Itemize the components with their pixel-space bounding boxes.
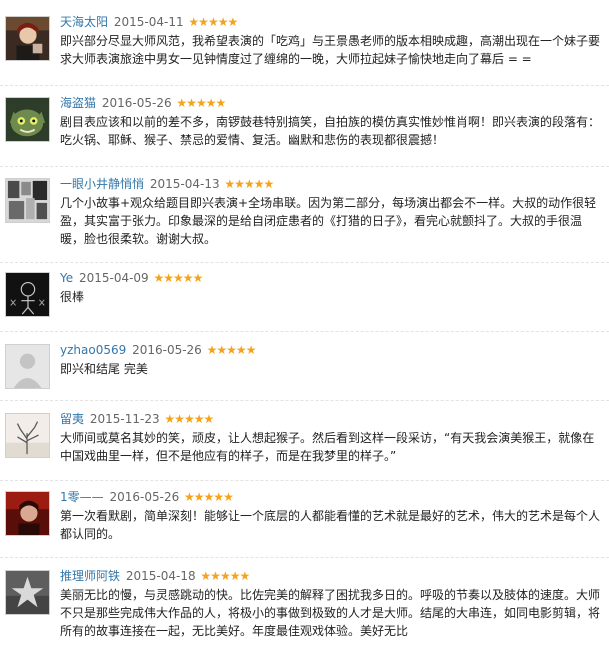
review-date: 2015-04-11 (113, 15, 184, 29)
review-text: 几个小故事+观众给题目即兴表演+全场串联。因为第二部分，每场演出都会不一样。大叔… (60, 196, 597, 246)
review-item: 海盗猫 2016-05-26 ★★★★★ 剧目表应该和以前的差不多，南锣鼓巷特别… (0, 93, 609, 163)
divider (0, 557, 609, 558)
review-meta: yzhao0569 2016-05-26 ★★★★★ (60, 342, 257, 358)
rating-stars: ★★★★★ (200, 569, 250, 583)
username-link[interactable]: 天海太阳 (60, 15, 108, 29)
review-text: 即兴和结尾 完美 (60, 362, 148, 376)
red-avatar-icon[interactable] (5, 491, 50, 536)
review-item: 1零—— 2016-05-26 ★★★★★ 第一次看默剧，简单深刻！能够让一个底… (0, 487, 609, 553)
review-date: 2015-04-09 (78, 271, 149, 285)
review-date: 2016-05-26 (132, 343, 202, 357)
review-date: 2016-05-26 (101, 96, 172, 110)
rating-stars: ★★★★★ (184, 490, 234, 504)
username-link[interactable]: 推理师阿铁 (60, 569, 120, 583)
rating-stars: ★★★★★ (206, 343, 257, 357)
review-item: yzhao0569 2016-05-26 ★★★★★ 即兴和结尾 完美 (0, 340, 609, 394)
rating-stars: ★★★★★ (224, 177, 274, 191)
review-text: 大师间或莫名其妙的笑，顽皮，让人想起猴子。然后看到这样一段采访，“有天我会演美猴… (60, 431, 595, 463)
divider (0, 480, 609, 481)
review-meta: Ye 2015-04-09 ★★★★★ (60, 270, 204, 286)
divider (0, 400, 609, 401)
divider (0, 262, 609, 263)
username-link[interactable]: 一眼小井静悄悄 (60, 177, 144, 191)
username-link[interactable]: 1零—— (60, 490, 104, 504)
portrait-avatar-icon[interactable] (5, 16, 50, 61)
review-meta: 推理师阿铁 2015-04-18 ★★★★★ (60, 568, 250, 584)
rating-stars: ★★★★★ (176, 96, 226, 110)
review-meta: 1零—— 2016-05-26 ★★★★★ (60, 489, 234, 505)
collage-avatar-icon[interactable] (5, 178, 50, 223)
review-text: 美丽无比的慢，与灵感跳动的快。比佐完美的解释了困扰我多日的。呼吸的节奏以及肢体的… (60, 588, 601, 638)
default-avatar-icon[interactable] (5, 344, 50, 389)
review-text: 第一次看默剧，简单深刻！能够让一个底层的人都能看懂的艺术就是最好的艺术，伟大的艺… (60, 509, 601, 541)
sketch-avatar-icon[interactable] (5, 272, 50, 317)
review-meta: 天海太阳 2015-04-11 ★★★★★ (60, 14, 238, 30)
username-link[interactable]: 海盗猫 (60, 96, 96, 110)
review-text: 很棒 (60, 290, 85, 304)
review-date: 2015-11-23 (89, 412, 160, 426)
star-avatar-icon[interactable] (5, 570, 50, 615)
review-item: 天海太阳 2015-04-11 ★★★★★ 即兴部分尽显大师风范，我希望表演的「… (0, 12, 609, 82)
rating-stars: ★★★★★ (164, 412, 214, 426)
divider (0, 331, 609, 332)
rating-stars: ★★★★★ (188, 15, 238, 29)
review-item: 一眼小井静悄悄 2015-04-13 ★★★★★ 几个小故事+观众给题目即兴表演… (0, 174, 609, 260)
username-link[interactable]: Ye (60, 271, 73, 285)
review-meta: 一眼小井静悄悄 2015-04-13 ★★★★★ (60, 176, 274, 192)
tree-avatar-icon[interactable] (5, 413, 50, 458)
review-date: 2015-04-13 (149, 177, 220, 191)
cat-avatar-icon[interactable] (5, 97, 50, 142)
review-text: 即兴部分尽显大师风范，我希望表演的「吃鸡」与王景愚老师的版本相映成趣，高潮出现在… (60, 34, 601, 66)
review-item: Ye 2015-04-09 ★★★★★ 很棒 (0, 268, 609, 322)
review-meta: 海盗猫 2016-05-26 ★★★★★ (60, 95, 226, 111)
review-item: 留夷 2015-11-23 ★★★★★ 大师间或莫名其妙的笑，顽皮，让人想起猴子… (0, 409, 609, 475)
divider (0, 85, 609, 86)
username-link[interactable]: yzhao0569 (60, 343, 126, 357)
rating-stars: ★★★★★ (153, 271, 204, 285)
review-list: 天海太阳 2015-04-11 ★★★★★ 即兴部分尽显大师风范，我希望表演的「… (0, 0, 609, 650)
review-item: 推理师阿铁 2015-04-18 ★★★★★ 美丽无比的慢，与灵感跳动的快。比佐… (0, 566, 609, 650)
username-link[interactable]: 留夷 (60, 412, 84, 426)
review-date: 2016-05-26 (109, 490, 180, 504)
review-date: 2015-04-18 (125, 569, 196, 583)
review-meta: 留夷 2015-11-23 ★★★★★ (60, 411, 214, 427)
review-text: 剧目表应该和以前的差不多，南锣鼓巷特别搞笑，自拍族的模仿真实惟妙惟肖啊！即兴表演… (60, 115, 601, 147)
divider (0, 166, 609, 167)
